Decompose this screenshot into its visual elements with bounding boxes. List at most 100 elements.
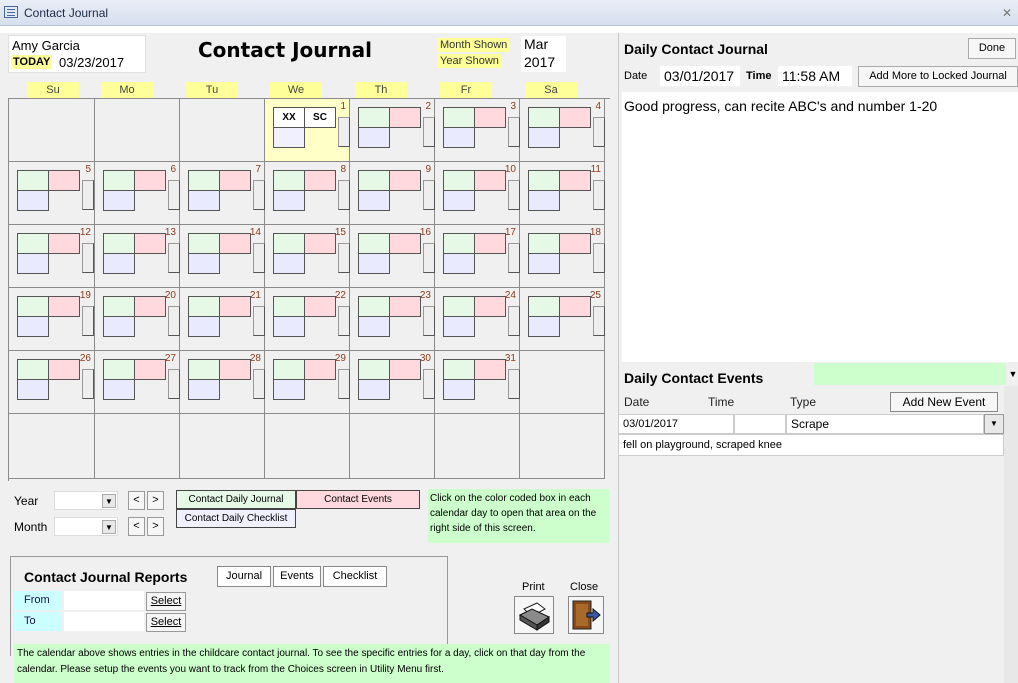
- day-open-button[interactable]: [593, 306, 605, 336]
- day-open-button[interactable]: [168, 180, 180, 210]
- calendar-day-cell[interactable]: 18: [520, 225, 605, 288]
- calendar-day-cell[interactable]: 26: [9, 351, 95, 414]
- journal-box[interactable]: [188, 296, 220, 317]
- journal-box[interactable]: [443, 359, 475, 380]
- day-open-button[interactable]: [253, 180, 265, 210]
- day-open-button[interactable]: [423, 306, 435, 336]
- events-box[interactable]: [389, 296, 421, 317]
- checklist-box[interactable]: [17, 190, 49, 211]
- checklist-box[interactable]: [17, 379, 49, 400]
- day-open-button[interactable]: [508, 306, 520, 336]
- journal-box[interactable]: [528, 296, 560, 317]
- calendar-day-cell[interactable]: 13: [95, 225, 180, 288]
- day-open-button[interactable]: [508, 180, 520, 210]
- calendar-day-cell[interactable]: 14: [180, 225, 265, 288]
- calendar-day-cell[interactable]: 19: [9, 288, 95, 351]
- checklist-box[interactable]: [103, 253, 135, 274]
- calendar-day-cell[interactable]: 1 XX SC: [265, 99, 350, 162]
- select-from-button[interactable]: Select: [146, 592, 186, 611]
- print-button[interactable]: [514, 596, 554, 634]
- month-dropdown[interactable]: ▼: [54, 517, 118, 536]
- calendar-day-cell[interactable]: 8: [265, 162, 350, 225]
- events-box[interactable]: SC: [304, 107, 336, 128]
- day-open-button[interactable]: [82, 369, 94, 399]
- day-open-button[interactable]: [168, 369, 180, 399]
- events-box[interactable]: [559, 233, 591, 254]
- events-box[interactable]: [304, 296, 336, 317]
- checklist-box[interactable]: [273, 316, 305, 337]
- day-open-button[interactable]: [168, 306, 180, 336]
- calendar-day-cell[interactable]: 27: [95, 351, 180, 414]
- calendar-day-cell[interactable]: 5: [9, 162, 95, 225]
- calendar-day-cell[interactable]: 6: [95, 162, 180, 225]
- journal-date-field[interactable]: 03/01/2017: [660, 66, 740, 86]
- events-box[interactable]: [389, 233, 421, 254]
- journal-box[interactable]: [358, 296, 390, 317]
- journal-box[interactable]: [17, 233, 49, 254]
- prev-month-button[interactable]: <: [128, 517, 145, 536]
- events-box[interactable]: [559, 170, 591, 191]
- checklist-box[interactable]: [273, 127, 305, 148]
- calendar-day-cell[interactable]: 25: [520, 288, 605, 351]
- journal-box[interactable]: [443, 233, 475, 254]
- select-to-button[interactable]: Select: [146, 613, 186, 632]
- journal-entry-text[interactable]: Good progress, can recite ABC's and numb…: [622, 92, 1018, 362]
- journal-box[interactable]: [358, 233, 390, 254]
- journal-box[interactable]: [188, 359, 220, 380]
- events-box[interactable]: [474, 170, 506, 191]
- events-box[interactable]: [304, 170, 336, 191]
- checklist-box[interactable]: [273, 379, 305, 400]
- journal-box[interactable]: [273, 296, 305, 317]
- calendar-day-cell[interactable]: 10: [435, 162, 520, 225]
- events-box[interactable]: [134, 296, 166, 317]
- events-box[interactable]: [474, 359, 506, 380]
- journal-box[interactable]: [17, 296, 49, 317]
- calendar-day-cell[interactable]: 24: [435, 288, 520, 351]
- calendar-day-cell[interactable]: 15: [265, 225, 350, 288]
- calendar-day-cell[interactable]: 30: [350, 351, 435, 414]
- calendar-day-cell[interactable]: 7: [180, 162, 265, 225]
- event-time-field[interactable]: [734, 414, 786, 434]
- checklist-box[interactable]: [528, 127, 560, 148]
- day-open-button[interactable]: [593, 117, 605, 147]
- journal-box[interactable]: [17, 359, 49, 380]
- journal-box[interactable]: [358, 170, 390, 191]
- chevron-down-icon[interactable]: ▼: [984, 414, 1004, 434]
- journal-box[interactable]: [443, 296, 475, 317]
- checklist-box[interactable]: [273, 190, 305, 211]
- calendar-day-cell[interactable]: 28: [180, 351, 265, 414]
- checklist-box[interactable]: [358, 379, 390, 400]
- add-to-locked-journal-button[interactable]: Add More to Locked Journal: [858, 66, 1018, 87]
- journal-box[interactable]: [528, 107, 560, 128]
- events-box[interactable]: [474, 107, 506, 128]
- journal-box[interactable]: [103, 359, 135, 380]
- day-open-button[interactable]: [82, 180, 94, 210]
- journal-box[interactable]: [443, 107, 475, 128]
- calendar-day-cell[interactable]: 31: [435, 351, 520, 414]
- checklist-box[interactable]: [443, 253, 475, 274]
- calendar-day-cell[interactable]: 29: [265, 351, 350, 414]
- events-box[interactable]: [474, 296, 506, 317]
- journal-box[interactable]: [188, 170, 220, 191]
- events-box[interactable]: [48, 359, 80, 380]
- day-open-button[interactable]: [508, 243, 520, 273]
- day-open-button[interactable]: [338, 369, 350, 399]
- calendar-day-cell[interactable]: 23: [350, 288, 435, 351]
- journal-box[interactable]: [528, 170, 560, 191]
- calendar-day-cell[interactable]: 12: [9, 225, 95, 288]
- day-open-button[interactable]: [338, 180, 350, 210]
- day-open-button[interactable]: [82, 243, 94, 273]
- checklist-box[interactable]: [443, 379, 475, 400]
- checklist-box[interactable]: [358, 253, 390, 274]
- add-new-event-button[interactable]: Add New Event: [890, 392, 998, 412]
- day-open-button[interactable]: [423, 369, 435, 399]
- day-open-button[interactable]: [338, 117, 350, 147]
- next-month-button[interactable]: >: [147, 517, 164, 536]
- checklist-box[interactable]: [188, 190, 220, 211]
- journal-box[interactable]: [443, 170, 475, 191]
- event-date-field[interactable]: 03/01/2017: [618, 414, 734, 434]
- day-open-button[interactable]: [168, 243, 180, 273]
- journal-box[interactable]: [103, 296, 135, 317]
- calendar-day-cell[interactable]: 11: [520, 162, 605, 225]
- journal-box[interactable]: [528, 233, 560, 254]
